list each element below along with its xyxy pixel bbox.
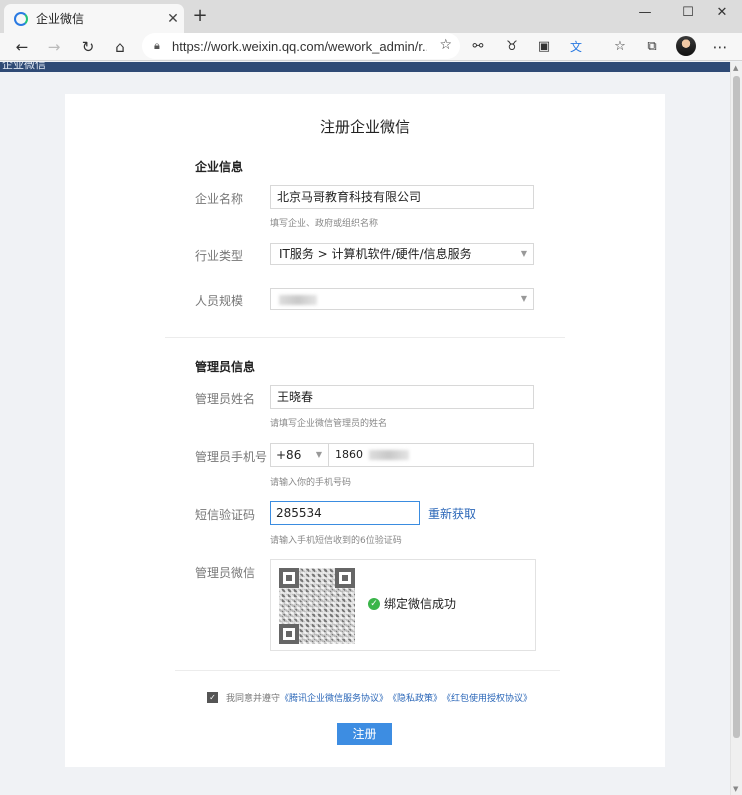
section-divider bbox=[165, 337, 565, 338]
close-window-icon[interactable]: ✕ bbox=[702, 3, 742, 23]
agreement-row: ✓ 我同意并遵守 《腾讯企业微信服务协议》 《隐私政策》 《红包使用授权协议》 bbox=[207, 691, 532, 704]
admin-section-title: 管理员信息 bbox=[195, 360, 256, 374]
close-tab-icon[interactable]: ✕ bbox=[162, 11, 184, 27]
admin-name-input[interactable]: 王晓春 bbox=[270, 385, 534, 409]
staff-size-select[interactable]: ▼ bbox=[270, 288, 534, 310]
scroll-thumb[interactable] bbox=[733, 76, 740, 738]
chevron-down-icon: ▼ bbox=[315, 450, 322, 459]
company-name-input[interactable]: 北京马哥教育科技有限公司 bbox=[270, 185, 534, 209]
country-code-select[interactable]: +86 ▼ bbox=[271, 444, 329, 466]
phone-label: 管理员手机号 bbox=[195, 450, 268, 464]
wechat-label: 管理员微信 bbox=[195, 566, 256, 580]
privacy-policy-link[interactable]: 《隐私政策》 bbox=[388, 691, 442, 704]
scroll-down-icon[interactable]: ▼ bbox=[733, 785, 738, 793]
resend-sms-link[interactable]: 重新获取 bbox=[428, 505, 476, 522]
collections-icon[interactable]: ▣ bbox=[532, 35, 556, 59]
chevron-down-icon: ▼ bbox=[520, 249, 527, 258]
translate-icon[interactable]: 文 bbox=[564, 35, 588, 59]
bind-status: ✓ 绑定微信成功 bbox=[368, 595, 456, 612]
favorites-icon[interactable]: ☆ bbox=[608, 35, 632, 59]
industry-select[interactable]: IT服务 > 计算机软件/硬件/信息服务 ▼ bbox=[270, 243, 534, 265]
agree-text: 我同意并遵守 bbox=[226, 694, 281, 704]
profile-avatar[interactable] bbox=[676, 36, 696, 56]
qr-finder-icon bbox=[279, 568, 299, 588]
home-icon[interactable]: ⌂ bbox=[108, 35, 132, 59]
lock-icon[interactable]: 🔒︎ bbox=[154, 39, 172, 53]
tabs-icon[interactable]: ⧉ bbox=[640, 35, 664, 59]
more-menu-icon[interactable]: ⋯ bbox=[708, 35, 732, 59]
staff-size-label: 人员规模 bbox=[195, 294, 244, 308]
company-name-label: 企业名称 bbox=[195, 192, 244, 206]
red-packet-agreement-link[interactable]: 《红包使用授权协议》 bbox=[442, 691, 532, 704]
reading-icon[interactable]: ⚯ bbox=[466, 35, 490, 59]
tab-title: 企业微信 bbox=[36, 12, 85, 26]
register-card: 注册企业微信 企业信息 企业名称 北京马哥教育科技有限公司 填写企业、政府或组织… bbox=[65, 94, 665, 767]
register-button[interactable]: 注册 bbox=[337, 723, 392, 745]
service-agreement-link[interactable]: 《腾讯企业微信服务协议》 bbox=[280, 691, 388, 704]
new-tab-icon[interactable]: + bbox=[190, 7, 210, 27]
bind-status-text: 绑定微信成功 bbox=[384, 597, 457, 611]
sms-code-label: 短信验证码 bbox=[195, 508, 256, 522]
page-scrollbar[interactable]: ▲ ▼ bbox=[730, 62, 742, 795]
site-header: 企业微信 bbox=[0, 62, 730, 72]
industry-value: IT服务 > 计算机软件/硬件/信息服务 bbox=[279, 247, 472, 261]
browser-tab-bar: 企业微信 ✕ + — ☐ ✕ bbox=[0, 0, 742, 33]
success-check-icon: ✓ bbox=[368, 597, 380, 610]
qr-code-icon bbox=[279, 568, 355, 644]
browser-toolbar: ← → ↻ ⌂ 🔒︎ https://work.weixin.qq.com/we… bbox=[0, 33, 742, 61]
forward-arrow-icon[interactable]: → bbox=[42, 35, 66, 59]
sms-code-hint: 请输入手机短信收到的6位验证码 bbox=[270, 536, 402, 546]
back-arrow-icon[interactable]: ← bbox=[10, 35, 34, 59]
address-bar[interactable]: 🔒︎ https://work.weixin.qq.com/wework_adm… bbox=[142, 33, 460, 59]
scroll-up-icon[interactable]: ▲ bbox=[733, 64, 738, 72]
minimize-icon[interactable]: — bbox=[625, 3, 665, 23]
brand-logo[interactable]: 企业微信 bbox=[2, 62, 46, 72]
page-viewport: 企业微信 注册企业微信 企业信息 企业名称 北京马哥教育科技有限公司 填写企业、… bbox=[0, 62, 730, 795]
browser-tab[interactable]: 企业微信 ✕ bbox=[4, 4, 184, 33]
url-text[interactable]: https://work.weixin.qq.com/wework_admin/… bbox=[172, 39, 427, 54]
qr-finder-icon bbox=[279, 624, 299, 644]
industry-label: 行业类型 bbox=[195, 249, 244, 263]
chevron-down-icon: ▼ bbox=[520, 294, 527, 303]
company-name-hint: 填写企业、政府或组织名称 bbox=[270, 219, 379, 229]
qr-finder-icon bbox=[335, 568, 355, 588]
wechat-bind-box: ✓ 绑定微信成功 bbox=[270, 559, 536, 651]
blurred-value bbox=[368, 450, 409, 460]
admin-name-hint: 请填写企业微信管理员的姓名 bbox=[270, 419, 388, 429]
country-code-value: +86 bbox=[276, 448, 302, 462]
refresh-icon[interactable]: ↻ bbox=[76, 35, 100, 59]
section-divider bbox=[175, 670, 560, 671]
phone-value: 1860 bbox=[335, 448, 363, 461]
admin-name-label: 管理员姓名 bbox=[195, 392, 256, 406]
phone-field: +86 ▼ 1860 bbox=[270, 443, 534, 467]
company-section-title: 企业信息 bbox=[195, 160, 244, 174]
star-icon[interactable]: ☆ bbox=[439, 37, 452, 53]
extension-icon[interactable]: ♉ bbox=[500, 35, 524, 59]
blurred-value bbox=[279, 294, 317, 305]
phone-hint: 请输入你的手机号码 bbox=[270, 478, 352, 488]
agree-checkbox[interactable]: ✓ bbox=[207, 692, 218, 703]
page-title: 注册企业微信 bbox=[319, 118, 410, 136]
sms-code-input[interactable]: 285534 bbox=[270, 501, 420, 525]
wework-favicon-icon bbox=[14, 11, 28, 26]
phone-input[interactable]: 1860 bbox=[335, 444, 409, 466]
